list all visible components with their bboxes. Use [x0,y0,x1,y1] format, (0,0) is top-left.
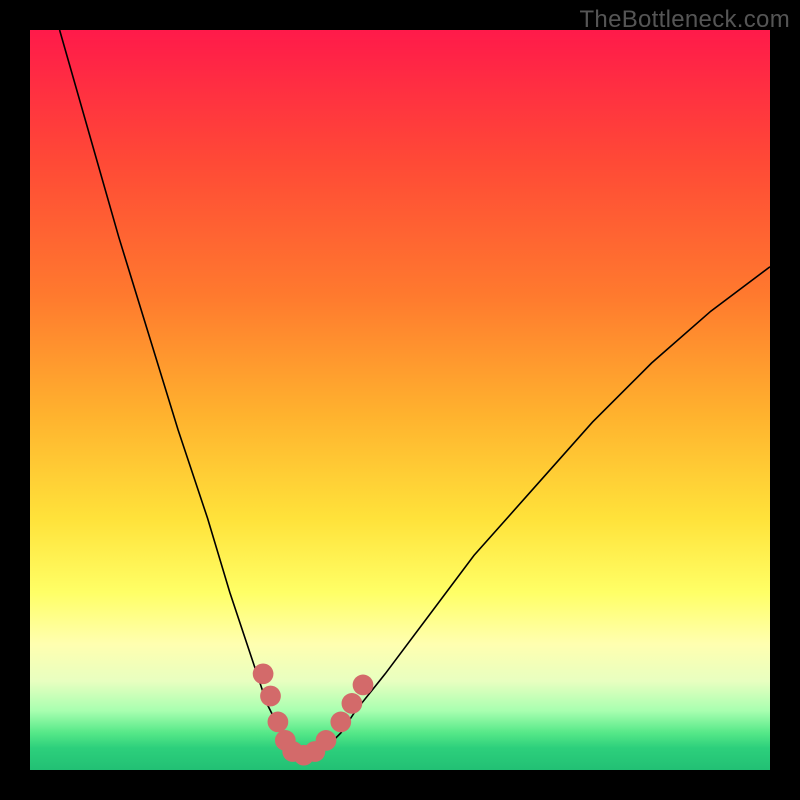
curve-marker [260,686,281,707]
curve-layer [30,30,770,770]
curve-marker [268,712,289,733]
watermark-text: TheBottleneck.com [579,6,790,34]
curve-marker [342,693,363,714]
curve-marker [330,712,351,733]
bottleneck-curve [60,30,770,755]
curve-marker [253,663,274,684]
chart-frame: TheBottleneck.com [0,0,800,800]
curve-marker [353,675,374,696]
curve-marker [316,730,337,751]
curve-markers [253,663,374,765]
plot-area [30,30,770,770]
